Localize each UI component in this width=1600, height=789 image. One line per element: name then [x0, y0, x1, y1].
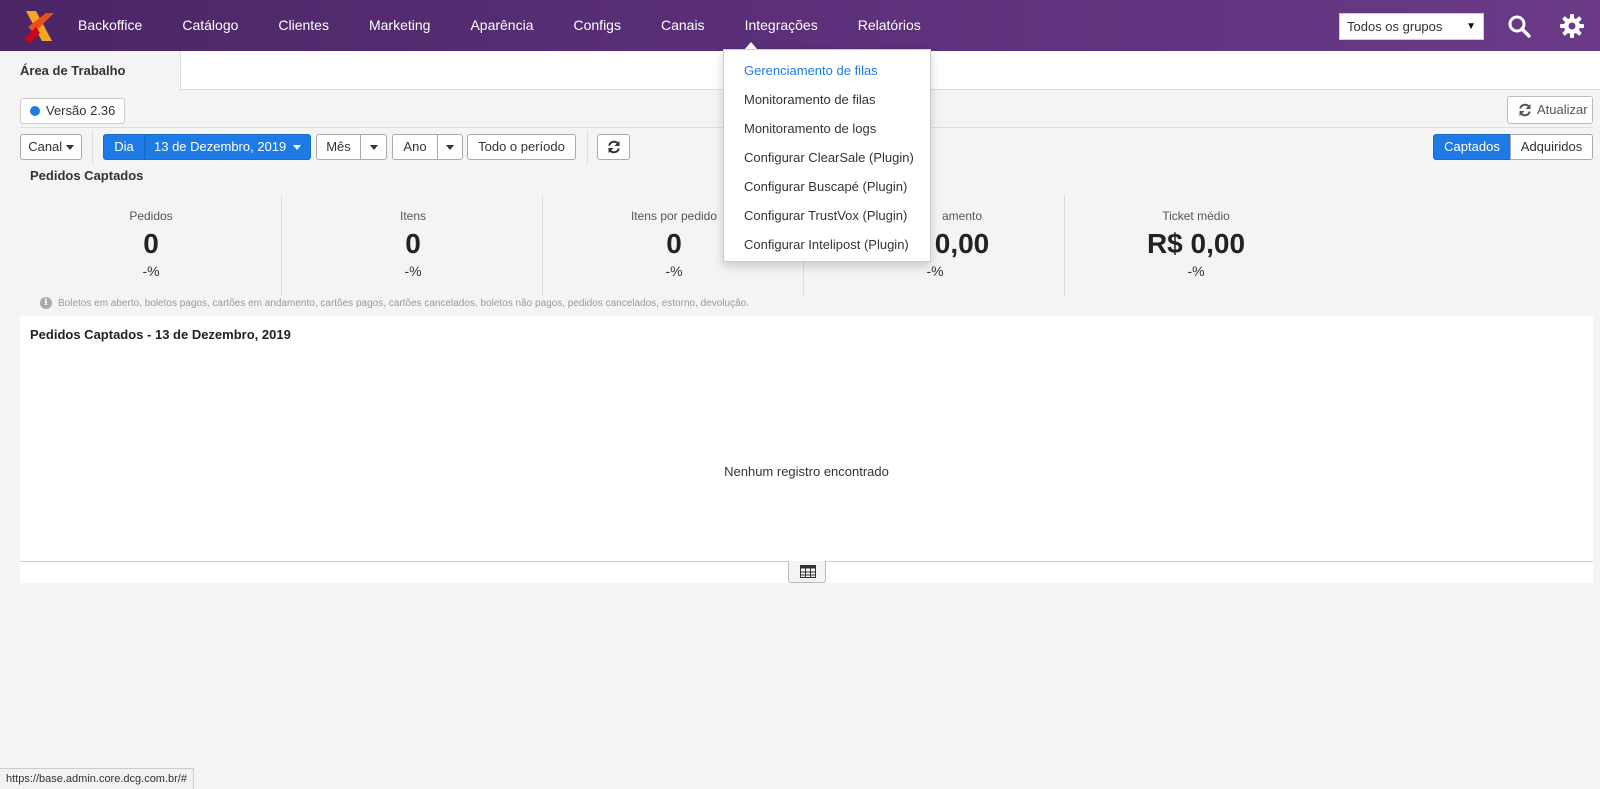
- status-note-text: Boletos em aberto, boletos pagos, cartõe…: [58, 297, 749, 309]
- group-select[interactable]: Todos os grupos ▼: [1339, 13, 1484, 40]
- dia-button[interactable]: Dia: [103, 134, 145, 160]
- stat-label: Itens: [399, 209, 426, 223]
- stat-pct: -%: [1187, 263, 1205, 279]
- stat-label: Pedidos: [129, 209, 173, 223]
- refresh-icon: [607, 140, 620, 154]
- orders-panel: Pedidos Captados - 13 de Dezembro, 2019 …: [20, 316, 1593, 583]
- caret-down-icon: [369, 145, 378, 151]
- browser-status-url: https://base.admin.core.dcg.com.br/#: [0, 768, 194, 789]
- version-label: Versão 2.36: [46, 103, 116, 118]
- search-icon[interactable]: [1506, 13, 1532, 39]
- empty-message: Nenhum registro encontrado: [724, 464, 889, 479]
- nav-marketing[interactable]: Marketing: [369, 0, 430, 51]
- nav-configs[interactable]: Configs: [574, 0, 621, 51]
- stat-itens: Itens 0 -%: [282, 195, 544, 295]
- nav-clientes[interactable]: Clientes: [278, 0, 329, 51]
- todo-periodo-button[interactable]: Todo o período: [467, 134, 576, 160]
- menu-item-trustvox[interactable]: Configurar TrustVox (Plugin): [724, 201, 930, 230]
- stat-pct: -%: [665, 263, 683, 279]
- caret-down-icon: ▼: [1466, 21, 1476, 32]
- section-title: Pedidos Captados: [30, 168, 144, 183]
- mes-dropdown-toggle[interactable]: [360, 134, 387, 160]
- menu-item-intelipost[interactable]: Configurar Intelipost (Plugin): [724, 230, 930, 259]
- refresh-button[interactable]: Atualizar: [1507, 96, 1593, 124]
- refresh-icon: [1519, 103, 1531, 117]
- menu-item-clearsale[interactable]: Configurar ClearSale (Plugin): [724, 143, 930, 172]
- caret-down-icon: [65, 145, 74, 151]
- menu-item-gerenciamento-filas[interactable]: Gerenciamento de filas: [724, 56, 930, 85]
- version-badge: Versão 2.36: [20, 98, 126, 124]
- status-dot-icon: [30, 106, 40, 116]
- separator: [92, 130, 93, 164]
- date-picker-button[interactable]: 13 de Dezembro, 2019: [145, 134, 311, 160]
- menu-item-monitoramento-filas[interactable]: Monitoramento de filas: [724, 85, 930, 114]
- ano-dropdown-toggle[interactable]: [437, 134, 463, 160]
- separator: [587, 130, 588, 164]
- nav-aparencia[interactable]: Aparência: [470, 0, 533, 51]
- stat-value: 0: [405, 228, 421, 259]
- integracoes-dropdown: Gerenciamento de filas Monitoramento de …: [723, 49, 931, 262]
- menu-item-buscape[interactable]: Configurar Buscapé (Plugin): [724, 172, 930, 201]
- group-select-value: Todos os grupos: [1347, 19, 1443, 34]
- table-view-toggle[interactable]: [788, 561, 826, 583]
- panel-title: Pedidos Captados - 13 de Dezembro, 2019: [30, 327, 291, 342]
- canal-dropdown[interactable]: Canal: [20, 134, 82, 160]
- nav-canais[interactable]: Canais: [661, 0, 705, 51]
- ano-button[interactable]: Ano: [392, 134, 438, 160]
- main-menu: Backoffice Catálogo Clientes Marketing A…: [78, 0, 961, 51]
- top-navbar: Backoffice Catálogo Clientes Marketing A…: [0, 0, 1600, 51]
- menu-item-monitoramento-logs[interactable]: Monitoramento de logs: [724, 114, 930, 143]
- gear-icon[interactable]: [1559, 13, 1585, 39]
- stat-label: Ticket médio: [1162, 209, 1230, 223]
- caret-down-icon: [293, 145, 301, 150]
- captados-toggle[interactable]: Captados: [1433, 134, 1511, 160]
- info-icon: i: [40, 297, 52, 309]
- stat-pct: -%: [142, 263, 160, 279]
- table-icon: [800, 565, 816, 578]
- stat-ticket-medio: Ticket médio R$ 0,00 -%: [1065, 195, 1327, 295]
- canal-label: Canal: [28, 139, 63, 154]
- adquiridos-toggle[interactable]: Adquiridos: [1510, 134, 1593, 160]
- date-label: 13 de Dezembro, 2019: [154, 139, 287, 154]
- logo-icon[interactable]: [22, 9, 56, 43]
- refresh-label: Atualizar: [1537, 102, 1588, 117]
- stat-pct: -%: [926, 263, 944, 279]
- reload-filter-button[interactable]: [597, 134, 630, 160]
- stat-pct: -%: [404, 263, 422, 279]
- nav-relatorios[interactable]: Relatórios: [858, 0, 921, 51]
- tab-area-de-trabalho[interactable]: Área de Trabalho: [0, 51, 181, 91]
- stat-pedidos: Pedidos 0 -%: [20, 195, 282, 295]
- stat-value: 0: [143, 228, 159, 259]
- caret-down-icon: [446, 145, 454, 151]
- stat-value: R$ 0,00: [1146, 228, 1246, 259]
- nav-catalogo[interactable]: Catálogo: [182, 0, 238, 51]
- nav-backoffice[interactable]: Backoffice: [78, 0, 142, 51]
- status-note: i Boletos em aberto, boletos pagos, cart…: [40, 297, 749, 309]
- mes-button[interactable]: Mês: [316, 134, 361, 160]
